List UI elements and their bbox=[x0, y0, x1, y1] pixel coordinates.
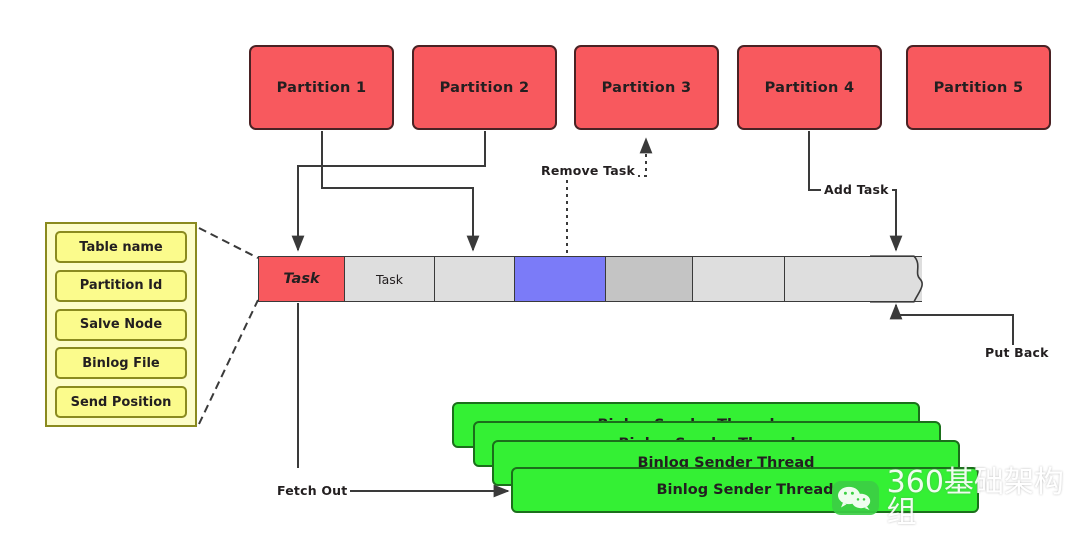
attr-row-partition-id: Partition Id bbox=[55, 269, 187, 302]
attr-label: Send Position bbox=[70, 394, 172, 410]
thread-label: Binlog Sender Thread bbox=[656, 482, 834, 498]
task-attribute-panel: Table name Partition Id Salve Node Binlo… bbox=[45, 222, 197, 427]
partition-box-5[interactable]: Partition 5 bbox=[906, 45, 1051, 130]
watermark-text: 360基础架构组 bbox=[886, 465, 1064, 530]
partition-box-2[interactable]: Partition 2 bbox=[412, 45, 557, 130]
wechat-icon bbox=[832, 481, 879, 515]
partition-box-4[interactable]: Partition 4 bbox=[737, 45, 882, 130]
partition-box-1[interactable]: Partition 1 bbox=[249, 45, 394, 130]
task-queue: Task Task bbox=[258, 256, 922, 302]
wechat-glyph bbox=[838, 486, 871, 510]
queue-cell-3[interactable] bbox=[434, 256, 514, 302]
attr-row-send-position: Send Position bbox=[55, 386, 187, 418]
queue-cell-4[interactable] bbox=[514, 256, 605, 302]
attr-label: Table name bbox=[79, 239, 163, 255]
label-remove-task: Remove Task bbox=[538, 163, 638, 178]
attr-row-binlog-file: Binlog File bbox=[55, 347, 187, 380]
queue-cell-7[interactable] bbox=[784, 256, 872, 302]
attr-row-salve-node: Salve Node bbox=[55, 308, 187, 341]
queue-cell-5[interactable] bbox=[605, 256, 692, 302]
queue-cell-6[interactable] bbox=[692, 256, 784, 302]
partition-label: Partition 5 bbox=[933, 79, 1024, 96]
label-add-task: Add Task bbox=[821, 182, 892, 197]
attr-row-table-name: Table name bbox=[55, 231, 187, 263]
label-fetch-out: Fetch Out bbox=[274, 483, 351, 498]
queue-cell-1[interactable]: Task bbox=[258, 256, 344, 302]
attr-label: Partition Id bbox=[79, 278, 163, 294]
partition-label: Partition 4 bbox=[764, 79, 855, 96]
attr-label: Binlog File bbox=[82, 355, 160, 371]
attr-label: Salve Node bbox=[79, 317, 163, 332]
partition-label: Partition 1 bbox=[276, 79, 367, 96]
label-put-back: Put Back bbox=[982, 345, 1052, 360]
queue-cell-2[interactable]: Task bbox=[344, 256, 434, 302]
partition-label: Partition 2 bbox=[439, 79, 530, 96]
partition-label: Partition 3 bbox=[601, 79, 692, 96]
watermark: 360基础架构组 bbox=[832, 468, 1080, 528]
partition-box-3[interactable]: Partition 3 bbox=[574, 45, 719, 130]
queue-continuation-edge bbox=[870, 255, 923, 303]
queue-cell-label: Task bbox=[376, 271, 403, 287]
diagram-canvas: Partition 1 Partition 2 Partition 3 Part… bbox=[0, 0, 1080, 542]
queue-cell-label: Task bbox=[283, 271, 320, 287]
